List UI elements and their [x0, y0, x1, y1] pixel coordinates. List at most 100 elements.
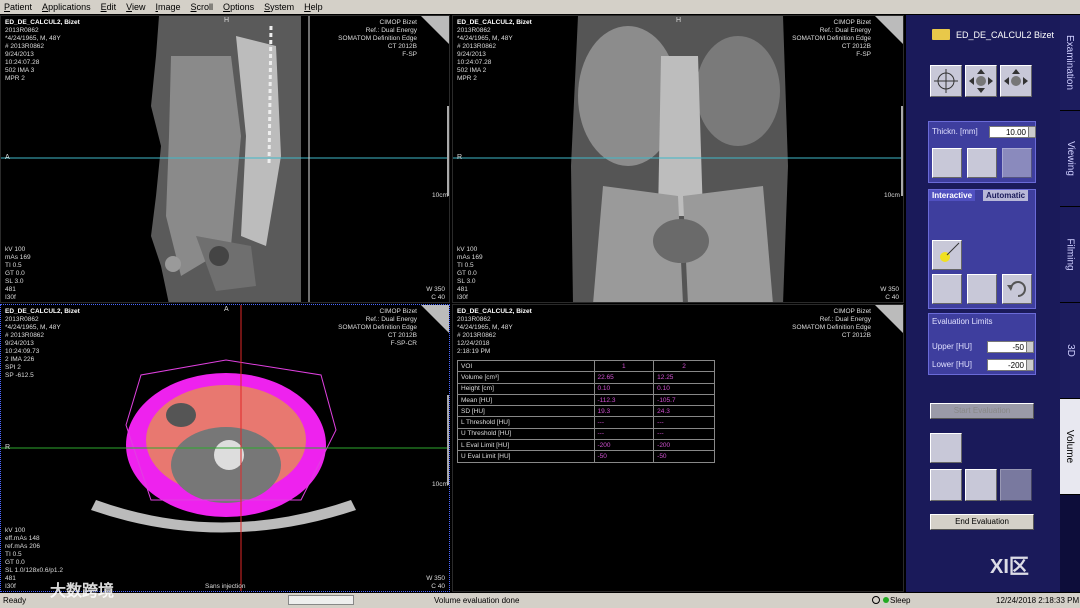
report-button[interactable]: [930, 433, 962, 463]
sagittal-image: [1, 16, 449, 302]
status-datetime: 12/24/2018 2:18:33 PM: [996, 596, 1080, 605]
orientation-top: H: [676, 17, 682, 24]
tab-3d[interactable]: 3D: [1060, 303, 1080, 399]
mpr-label: MPR 2: [5, 75, 25, 82]
voi-value-cell: ---: [653, 416, 715, 429]
voi-value-cell: -105.7: [653, 393, 715, 407]
study-date: 9/24/2013: [5, 51, 34, 58]
send-button[interactable]: [1000, 469, 1032, 501]
status-ready: Ready: [3, 596, 27, 605]
corner-menu-icon[interactable]: [875, 16, 903, 44]
scanner-name: SOMATOM Definition Edge: [338, 35, 417, 42]
corner-menu-icon[interactable]: [421, 305, 449, 333]
lower-limit-input[interactable]: -200: [987, 359, 1027, 371]
image-number: 2 IMA 226: [5, 356, 35, 363]
voi-row-label: U Eval Limit [HU]: [457, 450, 595, 463]
slab-avg-button[interactable]: [1002, 148, 1032, 178]
tab-examination[interactable]: Examination: [1060, 15, 1080, 111]
table-row: U Eval Limit [HU] -50 -50: [457, 450, 715, 463]
menu-patient[interactable]: Patient: [4, 2, 32, 12]
table-row: SD [HU] 19.3 24.3: [457, 405, 715, 418]
menu-scroll[interactable]: Scroll: [191, 2, 214, 12]
orientation-top: H: [224, 17, 230, 24]
voi-value-cell: -200: [593, 439, 655, 452]
axial-image: [1, 305, 449, 591]
table-row: L Eval Limit [HU] -200 -200: [457, 439, 715, 452]
filter-label: F-SP-CR: [390, 340, 417, 347]
seed-point-icon: [940, 242, 960, 262]
voi-row-label: Volume [cm³]: [457, 371, 595, 384]
scale-label: 10cm: [884, 192, 900, 199]
accession: # 2013R0862: [5, 43, 45, 50]
eval-limits-title: Evaluation Limits: [932, 317, 993, 326]
upper-limit-input[interactable]: -50: [987, 341, 1027, 353]
start-evaluation-button[interactable]: Start Evaluation: [930, 403, 1034, 419]
scale-bar: [901, 106, 903, 196]
viewport-axial[interactable]: ED_DE_CALCUL2, Bizet 2013R0862 *4/24/196…: [0, 304, 450, 592]
upper-limit-spinner[interactable]: [1026, 341, 1034, 353]
tab-viewing[interactable]: Viewing: [1060, 111, 1080, 207]
scale-bar: [447, 106, 449, 196]
software-version: CT 2012B: [387, 43, 417, 50]
ref-label: Ref.: Dual Energy: [365, 316, 417, 323]
draw-contour-button[interactable]: [932, 274, 962, 304]
window-center: W 350 C 40: [880, 286, 899, 301]
patient-info: ED_DE_CALCUL2, Bizet: [457, 19, 532, 26]
move-tool-button[interactable]: [965, 65, 997, 97]
patient-id: 2013R0862: [5, 316, 39, 323]
acquisition-params: kV 100 mAs 169 TI 0.5 GT 0.0 SL 3.0 481 …: [5, 246, 31, 301]
end-evaluation-button[interactable]: End Evaluation: [930, 514, 1034, 530]
patient-id: 2013R0862: [457, 316, 491, 323]
coronal-image: [453, 16, 903, 302]
rotate-tool-button[interactable]: [1000, 65, 1032, 97]
orientation-left: R: [457, 154, 463, 161]
menu-help[interactable]: Help: [304, 2, 323, 12]
tab-filming[interactable]: Filming: [1060, 207, 1080, 303]
power-icon[interactable]: [872, 596, 880, 604]
undo-button[interactable]: [1002, 274, 1032, 304]
slab-mip-button[interactable]: [932, 148, 962, 178]
status-message: Volume evaluation done: [434, 596, 520, 605]
voi-value-cell: 19.3: [593, 405, 655, 418]
image-number: 502 IMA 3: [5, 67, 35, 74]
viewport-sagittal[interactable]: ED_DE_CALCUL2, Bizet 2013R0862 *4/24/196…: [0, 15, 450, 303]
corner-menu-icon[interactable]: [875, 305, 903, 333]
scanner-name: SOMATOM Definition Edge: [792, 35, 871, 42]
menu-options[interactable]: Options: [223, 2, 254, 12]
menu-edit[interactable]: Edit: [101, 2, 117, 12]
window-center: W 350 C 40: [426, 575, 445, 590]
draw-region-button[interactable]: [967, 274, 997, 304]
tab-automatic[interactable]: Automatic: [983, 190, 1029, 201]
corner-menu-icon[interactable]: [421, 16, 449, 44]
folder-icon: [932, 29, 950, 40]
patient-dob: *4/24/1965, M, 48Y: [5, 35, 61, 42]
accession: # 2013R0862: [457, 332, 497, 339]
thickness-spinner[interactable]: [1028, 126, 1036, 138]
table-row: Height [cm] 0.10 0.10: [457, 382, 715, 395]
voi-value-cell: -50: [593, 450, 655, 463]
viewport-coronal[interactable]: ED_DE_CALCUL2, Bizet 2013R0862 *4/24/196…: [452, 15, 904, 303]
menu-view[interactable]: View: [126, 2, 145, 12]
voi-row-label: U Threshold [HU]: [457, 427, 595, 441]
slab-minip-button[interactable]: [967, 148, 997, 178]
thickness-input[interactable]: 10.00: [989, 126, 1029, 138]
patient-dob: *4/24/1965, M, 48Y: [457, 324, 513, 331]
seed-point-button[interactable]: [932, 240, 962, 270]
lower-limit-spinner[interactable]: [1026, 359, 1034, 371]
voi-value-cell: 24.3: [653, 405, 715, 418]
spiral-label: SPI 2: [5, 364, 21, 371]
menu-image[interactable]: Image: [155, 2, 180, 12]
tab-volume[interactable]: Volume: [1060, 399, 1080, 495]
head-view-button[interactable]: [930, 469, 962, 501]
voi-value-cell: 0.10: [653, 382, 715, 395]
viewport-results[interactable]: ED_DE_CALCUL2, Bizet 2013R0862 *4/24/196…: [452, 304, 904, 592]
panel-title: ED_DE_CALCUL2 Bizet: [956, 30, 1055, 40]
export-button[interactable]: [965, 469, 997, 501]
crosshair-tool-button[interactable]: [930, 65, 962, 97]
accession: # 2013R0862: [457, 43, 497, 50]
menu-system[interactable]: System: [264, 2, 294, 12]
study-time: 10:24:07.28: [457, 59, 492, 66]
tab-interactive[interactable]: Interactive: [929, 190, 976, 201]
menu-applications[interactable]: Applications: [42, 2, 91, 12]
task-card-tabs: Examination Viewing Filming 3D Volume: [1060, 15, 1080, 592]
